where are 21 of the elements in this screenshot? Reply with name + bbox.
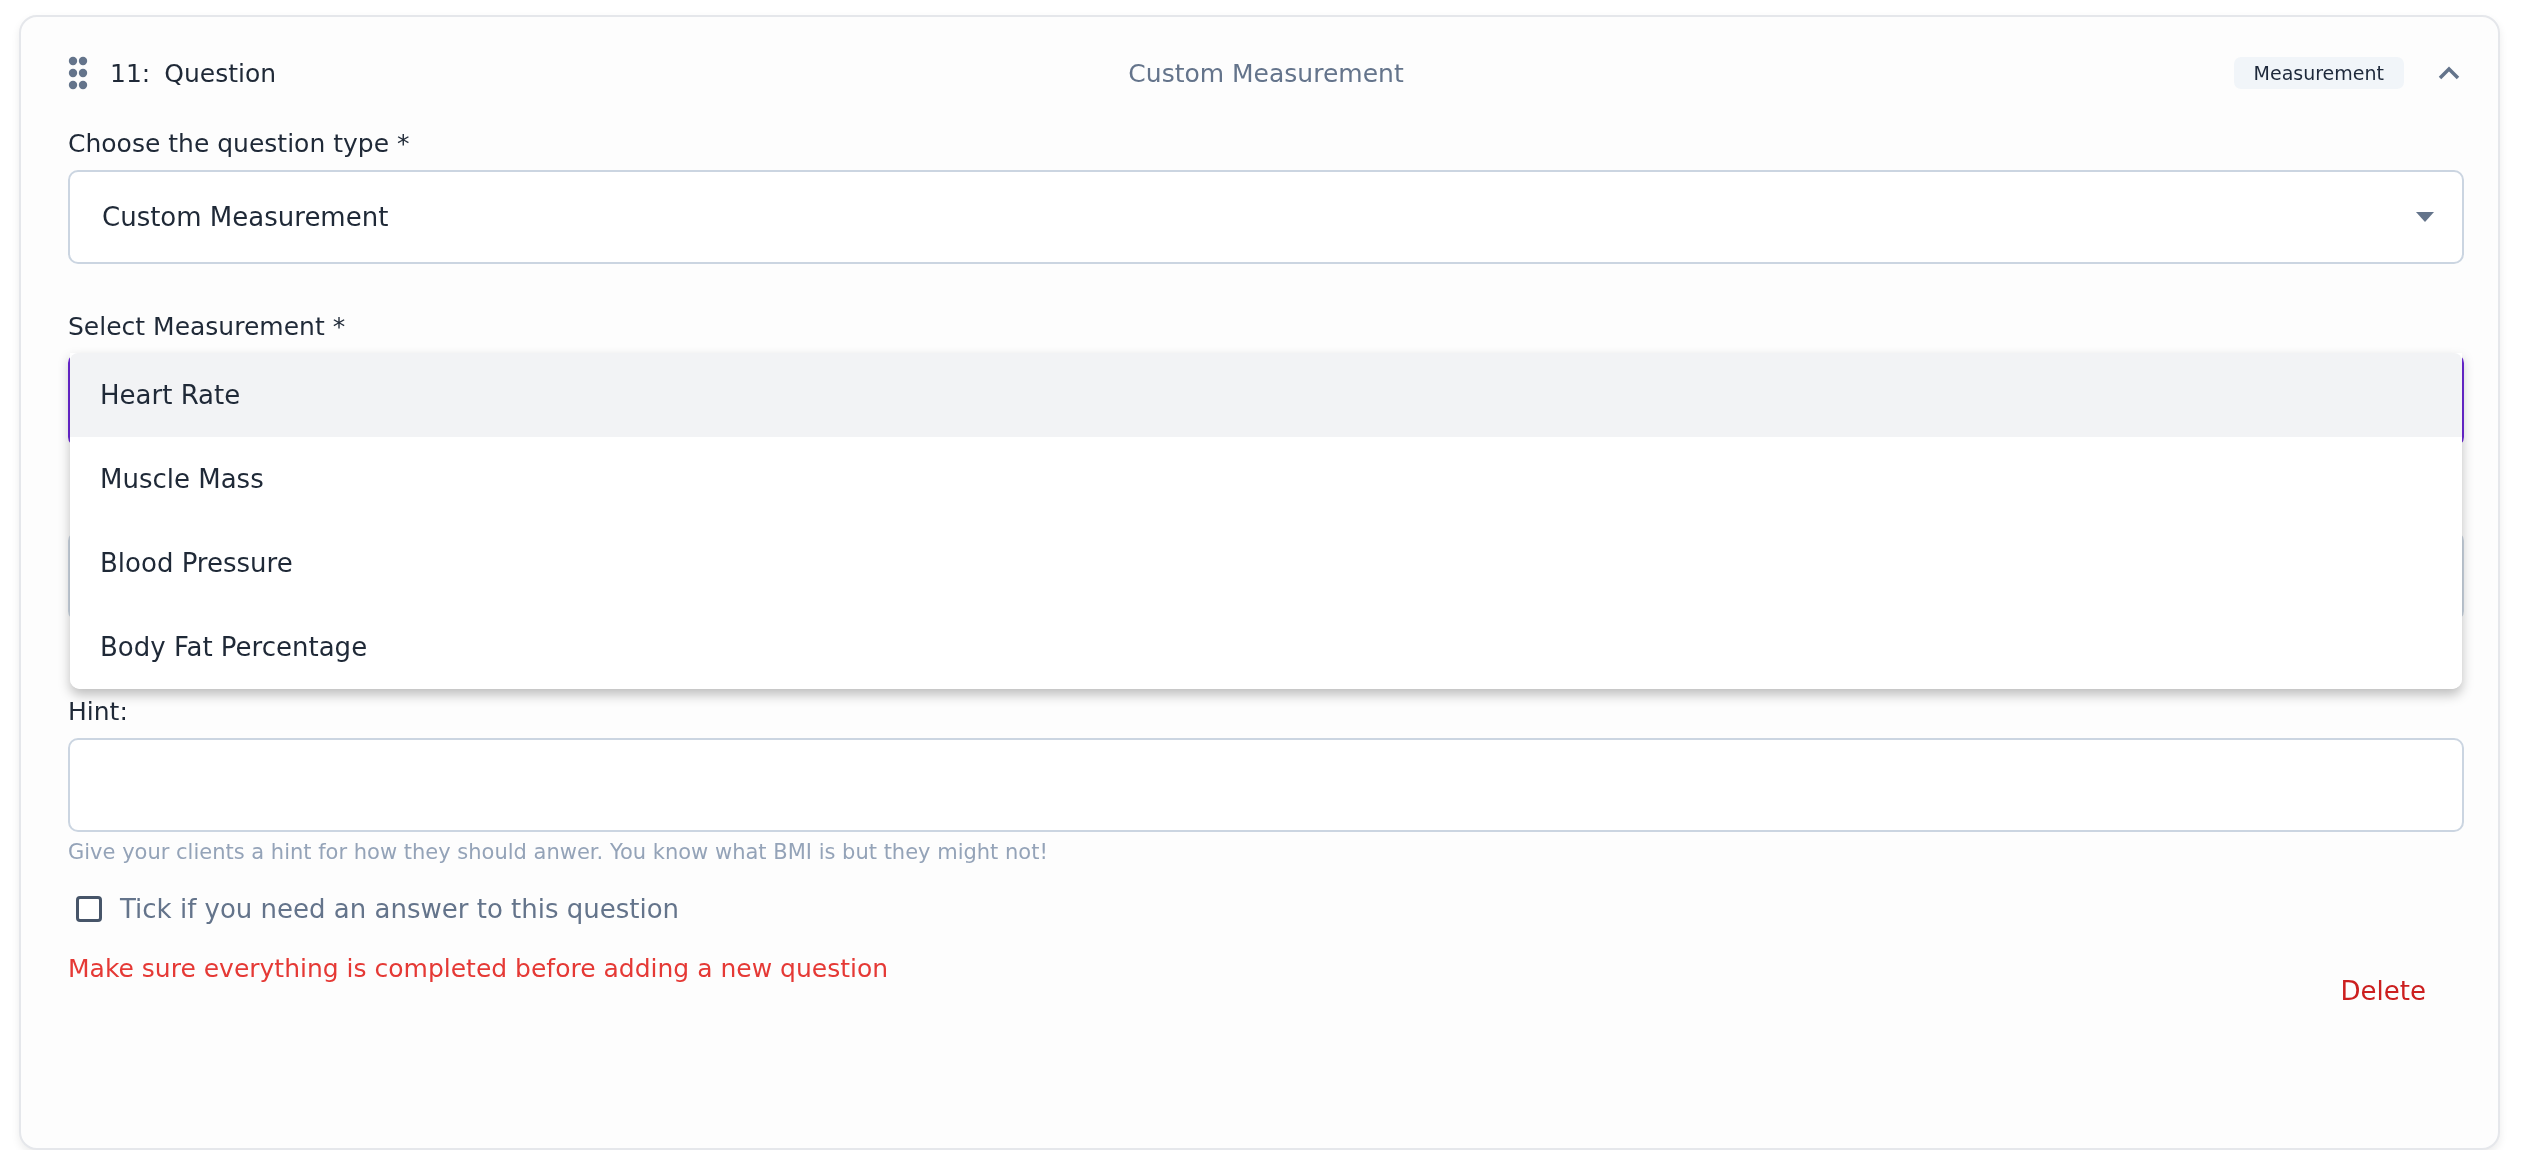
dropdown-option[interactable]: Body Fat Percentage [70,605,2462,689]
checkbox[interactable] [76,896,102,922]
question-title: Question [164,58,277,88]
type-badge: Measurement [2233,57,2404,89]
field-label: Hint: [68,697,129,726]
question-type-select[interactable]: Custom Measurement [68,170,2464,264]
dropdown-option[interactable]: Blood Pressure [70,521,2462,605]
question-type-text: Custom Measurement [1127,58,1405,88]
chevron-icon [2438,66,2460,80]
caret-icon [2416,212,2434,222]
error-message: Make sure everything is completed before adding a new question [68,954,889,983]
hint-input[interactable] [68,738,2464,832]
helper-text: Give your clients a hint for how they should anwer. You know what BMI is but they might not! [68,840,1049,864]
field-label: Choose the question type * [68,129,411,158]
checkbox-label: Tick if you need an answer to this question [120,894,680,924]
question-number: 11: [110,58,151,88]
delete-button[interactable]: Delete [2332,972,2434,1010]
drag-handle-icon[interactable] [68,56,88,90]
field-label: Select Measurement * [68,312,347,341]
dropdown-option[interactable]: Muscle Mass [70,437,2462,521]
dropdown-option[interactable]: Heart Rate [70,353,2462,437]
